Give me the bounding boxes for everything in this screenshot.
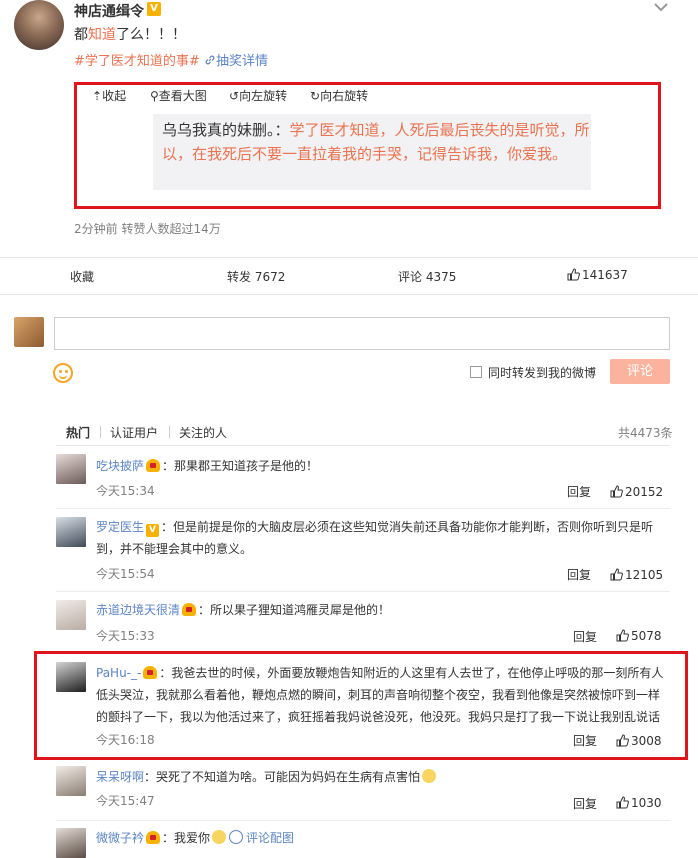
reply-button[interactable]: 回复 bbox=[567, 566, 591, 583]
submit-comment-button[interactable]: 评论 bbox=[610, 359, 670, 384]
comment-username[interactable]: 罗定医生 bbox=[96, 520, 144, 534]
divider bbox=[56, 445, 670, 446]
also-repost-checkbox[interactable] bbox=[470, 366, 482, 378]
action-bar: 收藏 转发 7672 评论 4375 141637 bbox=[0, 258, 698, 294]
verified-badge-icon: V bbox=[147, 2, 161, 16]
post-tags: #学了医才知道的事# 抽奖详情 bbox=[74, 50, 268, 69]
highlight-frame-comment bbox=[34, 651, 688, 760]
emoji-icon[interactable] bbox=[53, 363, 73, 383]
post-text-highlight[interactable]: 知道 bbox=[88, 27, 116, 43]
crown-badge-icon bbox=[182, 603, 197, 616]
post-meta: 2分钟前 转赞人数超过14万 bbox=[74, 222, 221, 236]
post-text: 都知道了么！！！ bbox=[74, 24, 186, 44]
tab-divider bbox=[169, 426, 170, 438]
favorite-button[interactable]: 收藏 bbox=[70, 268, 94, 285]
comment-time: 今天15:33 bbox=[96, 629, 155, 643]
comment-text: ：所以果子狸知道鸿雁灵犀是他的！ bbox=[198, 603, 391, 617]
comment-username[interactable]: 吃块披萨 bbox=[96, 459, 144, 473]
comment-username[interactable]: 呆呆呀啊 bbox=[96, 770, 144, 784]
divider bbox=[56, 591, 670, 592]
comment-total: 共4473条 bbox=[618, 426, 673, 440]
comment-like-button[interactable]: 5078 bbox=[616, 629, 662, 643]
comment-content: 吃块披萨 ：那果郡王知道孩子是他的！ bbox=[96, 455, 666, 477]
comment-button[interactable]: 评论 4375 bbox=[398, 268, 456, 285]
divider bbox=[56, 820, 670, 821]
chevron-down-icon[interactable] bbox=[652, 0, 670, 14]
link-icon bbox=[205, 55, 215, 65]
crying-emoji-icon bbox=[422, 769, 437, 783]
smile-emoji-icon bbox=[212, 830, 227, 844]
lottery-link[interactable]: 抽奖详情 bbox=[204, 54, 268, 69]
comment-avatar[interactable] bbox=[56, 828, 86, 858]
comment-input[interactable] bbox=[54, 317, 670, 350]
thumbs-up-icon bbox=[616, 629, 629, 642]
comment-time: 今天15:54 bbox=[96, 567, 155, 581]
topic-tag-link[interactable]: #学了医才知道的事# bbox=[74, 54, 200, 69]
crown-badge-icon bbox=[146, 831, 161, 844]
comment-like-count: 12105 bbox=[625, 568, 664, 582]
reply-button[interactable]: 回复 bbox=[573, 795, 597, 812]
post-text-suffix: 了么！！！ bbox=[116, 27, 186, 43]
comment-time: 今天15:34 bbox=[96, 484, 155, 498]
comment-content: 赤道边境天很清 ：所以果子狸知道鸿雁灵犀是他的！ bbox=[96, 599, 666, 621]
comment-avatar[interactable] bbox=[56, 600, 86, 630]
like-button[interactable]: 141637 bbox=[567, 268, 628, 282]
thumbs-up-icon bbox=[610, 485, 623, 498]
thumbs-up-icon bbox=[616, 796, 629, 809]
comment-username[interactable]: 微微子衿 bbox=[96, 831, 144, 845]
thumbs-up-icon bbox=[567, 268, 580, 281]
tab-verified-users[interactable]: 认证用户 bbox=[110, 424, 158, 441]
comment-like-count: 1030 bbox=[631, 796, 662, 810]
divider bbox=[56, 508, 670, 509]
comment-like-button[interactable]: 20152 bbox=[610, 485, 663, 499]
comment-content: 微微子衿 ：我爱你 评论配图 bbox=[96, 827, 666, 849]
reply-button[interactable]: 回复 bbox=[567, 483, 591, 500]
crown-badge-icon bbox=[146, 459, 161, 472]
comment-avatar[interactable] bbox=[56, 766, 86, 796]
author-name[interactable]: 神店通缉令 bbox=[74, 1, 144, 21]
comment-time: 今天15:47 bbox=[96, 794, 155, 808]
tab-following[interactable]: 关注的人 bbox=[179, 424, 227, 441]
post-text-prefix: 都 bbox=[74, 27, 88, 43]
comment-content: 罗定医生 V ：但是前提是你的大脑皮层必须在这些知觉消失前还具备功能你才能判断，否则… bbox=[96, 516, 666, 560]
my-avatar[interactable] bbox=[14, 317, 44, 347]
picture-icon bbox=[229, 830, 244, 844]
tab-divider bbox=[100, 426, 101, 438]
thumbs-up-icon bbox=[610, 568, 623, 581]
highlight-frame-image bbox=[74, 82, 661, 209]
comment-like-button[interactable]: 1030 bbox=[616, 796, 662, 810]
comment-text: ：我爱你 bbox=[162, 831, 211, 845]
comment-content: 呆呆呀啊：哭死了不知道为啥。可能因为妈妈在生病有点害怕 bbox=[96, 766, 666, 788]
comment-text: ：那果郡王知道孩子是他的！ bbox=[162, 459, 319, 473]
comment-like-count: 5078 bbox=[631, 629, 662, 643]
comment-username[interactable]: 赤道边境天很清 bbox=[96, 603, 180, 617]
reply-button[interactable]: 回复 bbox=[573, 628, 597, 645]
verified-badge-icon: V bbox=[146, 524, 160, 537]
tab-hot[interactable]: 热门 bbox=[66, 424, 90, 441]
comment-avatar[interactable] bbox=[56, 454, 86, 484]
repost-button[interactable]: 转发 7672 bbox=[227, 268, 285, 285]
comment-like-count: 20152 bbox=[625, 485, 664, 499]
also-repost-label[interactable]: 同时转发到我的微博 bbox=[488, 364, 596, 381]
like-count: 141637 bbox=[582, 268, 628, 282]
comment-text: ：哭死了不知道为啥。可能因为妈妈在生病有点害怕 bbox=[144, 770, 421, 784]
author-avatar[interactable] bbox=[14, 0, 64, 50]
comment-avatar[interactable] bbox=[56, 517, 86, 547]
comment-like-button[interactable]: 12105 bbox=[610, 568, 663, 582]
comment-text: ：但是前提是你的大脑皮层必须在这些知觉消失前还具备功能你才能判断，否则你听到只是… bbox=[96, 520, 654, 556]
comment-image-link[interactable]: 评论配图 bbox=[246, 831, 294, 845]
lottery-link-label[interactable]: 抽奖详情 bbox=[216, 54, 268, 69]
